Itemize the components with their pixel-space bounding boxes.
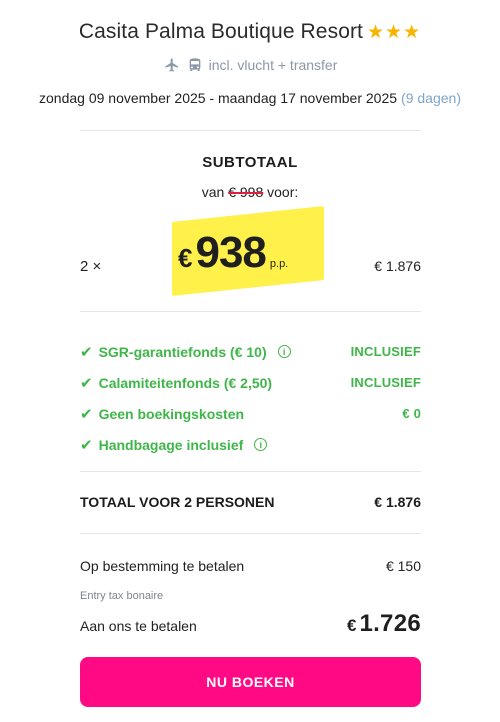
package-info: incl. vlucht + transfer	[0, 57, 500, 73]
date-range: zondag 09 november 2025 - maandag 17 nov…	[39, 90, 398, 106]
check-icon: ✔	[80, 374, 93, 392]
check-icon: ✔	[80, 436, 93, 454]
quantity: 2 ×	[80, 258, 102, 275]
hotel-title: Casita Palma Boutique Resort ★★★	[0, 20, 500, 44]
price-per-person: € 938 p.p.	[172, 206, 332, 296]
from-prefix: van	[201, 184, 225, 200]
subtotal-title: SUBTOTAAL	[202, 154, 298, 171]
bus-icon	[187, 57, 203, 73]
inclusion-label: Geen boekingskosten	[98, 405, 245, 422]
pay-amount: € 1.726	[347, 610, 421, 638]
divider	[80, 471, 421, 472]
destination-label: Op bestemming te betalen	[80, 558, 245, 574]
pay-value: 1.726	[359, 610, 421, 637]
star-rating: ★★★	[367, 22, 422, 43]
divider	[80, 533, 421, 534]
total-label: TOTAAL VOOR 2 PERSONEN	[80, 494, 275, 510]
list-item: ✔ Geen boekingskosten € 0	[80, 398, 421, 429]
destination-amount: € 150	[385, 558, 421, 574]
total-row: TOTAAL VOOR 2 PERSONEN € 1.876	[80, 494, 421, 510]
pay-label: Aan ons te betalen	[80, 618, 197, 634]
inclusion-label: SGR-garantiefonds (€ 10)	[98, 343, 267, 360]
inclusion-value: INCLUSIEF	[350, 344, 421, 359]
book-now-button[interactable]: NU BOEKEN	[80, 657, 421, 707]
price-currency: €	[178, 243, 193, 273]
info-icon[interactable]: i	[277, 345, 291, 358]
inclusions-list: ✔ SGR-garantiefonds (€ 10) i INCLUSIEF ✔…	[80, 336, 421, 460]
inclusion-value: INCLUSIEF	[350, 375, 421, 390]
total-amount: € 1.876	[374, 494, 421, 510]
tax-note: Entry tax bonaire	[80, 590, 164, 602]
package-label: incl. vlucht + transfer	[208, 57, 338, 73]
duration: (9 dagen)	[401, 90, 461, 106]
inclusion-label: Handbagage inclusief	[98, 436, 244, 453]
travel-dates: zondag 09 november 2025 - maandag 17 nov…	[0, 90, 500, 106]
from-suffix: voor:	[267, 184, 299, 200]
divider	[80, 130, 421, 131]
info-icon[interactable]: i	[254, 438, 268, 451]
old-price: € 998	[228, 184, 264, 200]
pay-row: Aan ons te betalen € 1.726	[80, 610, 421, 638]
check-icon: ✔	[80, 405, 93, 423]
destination-payment-row: Op bestemming te betalen € 150	[80, 558, 421, 574]
inclusion-value: € 0	[402, 406, 421, 421]
per-person-label: p.p.	[269, 258, 289, 270]
list-item: ✔ Handbagage inclusief i	[80, 429, 421, 460]
pay-currency: €	[346, 616, 357, 635]
hotel-name: Casita Palma Boutique Resort	[78, 20, 363, 43]
price-value: 938	[195, 228, 266, 277]
inclusion-label: Calamiteitenfonds (€ 2,50)	[98, 374, 273, 391]
check-icon: ✔	[80, 343, 93, 361]
list-item: ✔ Calamiteitenfonds (€ 2,50) INCLUSIEF	[80, 367, 421, 398]
row-total: € 1.876	[374, 258, 421, 274]
from-price-line: van € 998 voor:	[0, 184, 500, 200]
divider	[80, 311, 421, 312]
list-item: ✔ SGR-garantiefonds (€ 10) i INCLUSIEF	[80, 336, 421, 367]
plane-icon	[163, 57, 181, 73]
